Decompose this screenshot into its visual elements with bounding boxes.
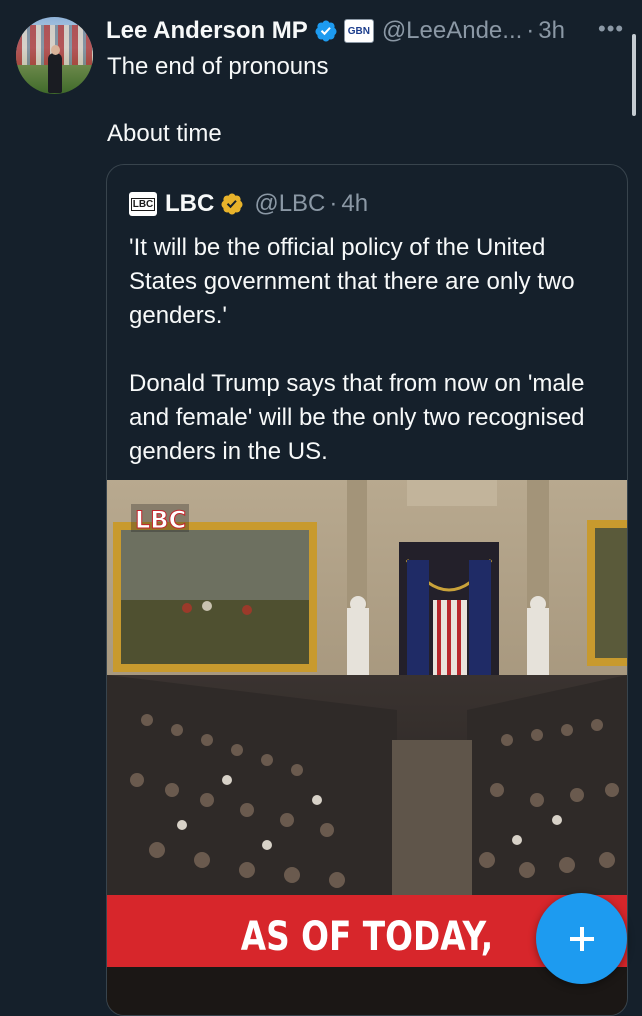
quoted-tweet[interactable]: LBC LBC @LBC · 4h 'It will be the offici… xyxy=(106,164,628,1016)
timestamp[interactable]: 3h xyxy=(538,17,565,45)
svg-text:LBC: LBC xyxy=(135,506,186,534)
affiliate-badge[interactable]: GBN xyxy=(343,19,374,43)
tweet-text-line-2: About time xyxy=(107,120,222,147)
quoted-separator-dot: · xyxy=(329,190,338,217)
quoted-timestamp[interactable]: 4h xyxy=(341,190,368,218)
compose-button[interactable] xyxy=(536,893,627,984)
video-caption: AS OF TODAY, xyxy=(241,913,494,960)
quoted-author-handle[interactable]: @LBC xyxy=(254,190,325,218)
lbc-watermark: LBC xyxy=(131,504,189,535)
avatar[interactable] xyxy=(16,17,93,94)
quoted-tweet-header: LBC LBC @LBC · 4h xyxy=(129,187,368,221)
tweet[interactable]: Lee Anderson MP GBN @LeeAnde... · 3h •••… xyxy=(0,0,642,1016)
lbc-avatar[interactable]: LBC xyxy=(129,192,157,216)
verified-badge-icon xyxy=(315,20,337,42)
quoted-text-paragraph-1: 'It will be the official policy of the U… xyxy=(129,234,575,329)
quoted-text-paragraph-2: Donald Trump says that from now on 'male… xyxy=(129,370,585,465)
tweet-header: Lee Anderson MP GBN @LeeAnde... · 3h xyxy=(106,14,565,48)
separator-dot: · xyxy=(526,17,535,44)
more-horizontal-icon[interactable]: ••• xyxy=(598,16,624,42)
quoted-author-name[interactable]: LBC xyxy=(165,190,214,218)
scrollbar[interactable] xyxy=(632,34,636,116)
plus-icon xyxy=(569,926,594,951)
gold-verified-badge-icon xyxy=(221,193,243,215)
author-handle[interactable]: @LeeAnde... xyxy=(382,17,522,45)
author-name[interactable]: Lee Anderson MP xyxy=(106,17,308,45)
tweet-text-line-1: The end of pronouns xyxy=(107,53,329,80)
